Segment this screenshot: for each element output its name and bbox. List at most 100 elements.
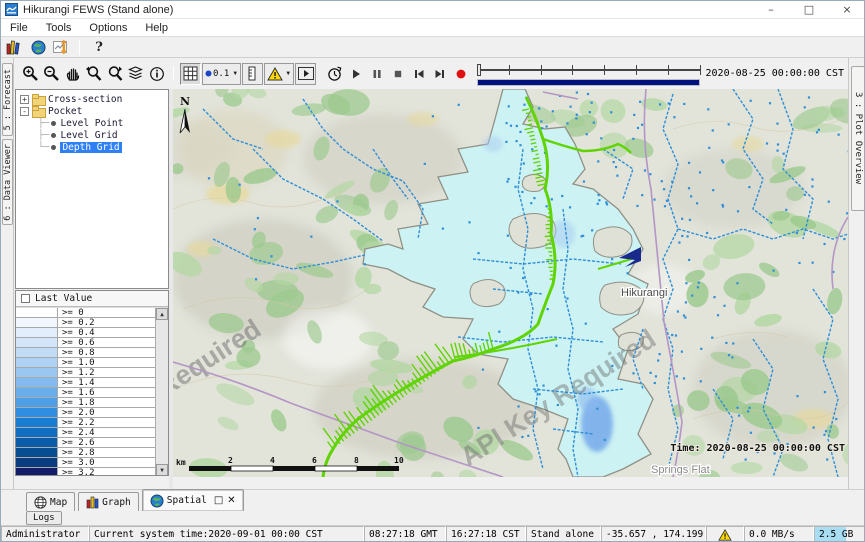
scalebar-toggle-button[interactable] <box>242 63 263 85</box>
collapse-icon[interactable]: - <box>20 107 29 116</box>
first-frame-button[interactable] <box>408 63 429 85</box>
legend-row-label: >= 1.4 <box>58 378 168 387</box>
tab-data-viewer[interactable]: 6 : Data Viewer <box>2 139 13 225</box>
expand-icon[interactable]: + <box>20 95 29 104</box>
bar-chart-icon <box>6 40 22 55</box>
app-window: Hikurangi FEWS (Stand alone) – □ × File … <box>0 0 865 542</box>
right-tabstrip: 3 : Plot Overview <box>848 58 865 489</box>
pan-button[interactable] <box>62 63 83 85</box>
labels-dropdown[interactable]: 0.1 ▼ <box>202 63 241 85</box>
time-tick <box>604 65 605 75</box>
time-slider-track <box>477 69 699 71</box>
legend-row: >= 0 <box>16 308 168 318</box>
legend-row-label: >= 1.6 <box>58 388 168 397</box>
svg-text:6: 6 <box>312 456 317 465</box>
bar-chart-icon <box>86 496 99 509</box>
zoom-next-button[interactable] <box>104 63 125 85</box>
legend-row: >= 3.2 <box>16 468 168 476</box>
zoom-out-button[interactable] <box>41 63 62 85</box>
status-gmt-time: 08:27:18 GMT <box>364 526 446 542</box>
grid-icon <box>183 66 198 81</box>
record-button[interactable] <box>450 63 471 85</box>
legend-color-swatch <box>16 348 58 357</box>
menu-help[interactable]: Help <box>136 22 177 34</box>
time-tick <box>668 65 669 75</box>
status-warning[interactable] <box>706 526 744 542</box>
class-dot-icon <box>205 70 212 77</box>
wire-globe-icon <box>34 496 47 509</box>
animation-button[interactable] <box>295 63 316 85</box>
skip-back-icon <box>412 67 426 81</box>
zoom-previous-button[interactable] <box>83 63 104 85</box>
tab-map[interactable]: Map <box>26 492 75 511</box>
grid-toggle-button[interactable] <box>180 63 201 85</box>
hand-icon <box>65 65 81 82</box>
node-bullet-icon <box>51 121 56 126</box>
close-button[interactable]: × <box>828 1 865 19</box>
last-value-label: Last Value <box>35 293 92 304</box>
zoom-in-button[interactable] <box>20 63 41 85</box>
app-icon <box>5 3 18 16</box>
tree-item-level-point[interactable]: ├─ Level Point <box>16 117 168 129</box>
legend-scrollbar[interactable]: ▲ ▼ <box>155 308 168 476</box>
legend-row: >= 0.4 <box>16 328 168 338</box>
maximize-button[interactable]: □ <box>790 1 828 19</box>
legend-table: >= 0>= 0.2>= 0.4>= 0.6>= 0.8>= 1.0>= 1.2… <box>16 307 168 475</box>
timer-clock-icon <box>326 65 343 82</box>
time-progress-bar <box>477 79 699 86</box>
play-button[interactable] <box>345 63 366 85</box>
tab-graph[interactable]: Graph <box>78 492 139 511</box>
map-display-button[interactable] <box>27 38 49 57</box>
globe-icon <box>150 494 164 508</box>
legend-color-swatch <box>16 308 58 317</box>
legend-row: >= 1.8 <box>16 398 168 408</box>
globe-icon <box>31 40 46 55</box>
warnings-dropdown[interactable]: ▼ <box>264 63 294 85</box>
last-value-checkbox[interactable] <box>21 294 30 303</box>
legend-row: >= 3.0 <box>16 458 168 468</box>
pause-button[interactable] <box>366 63 387 85</box>
logs-button[interactable]: Logs <box>26 511 62 525</box>
scroll-down-icon[interactable]: ▼ <box>156 464 168 476</box>
map-canvas[interactable]: API Key Required <box>173 89 848 477</box>
legend-color-swatch <box>16 458 58 467</box>
float-panel-icon[interactable]: □ <box>214 495 223 506</box>
tree-item-pocket[interactable]: - Pocket <box>16 105 168 117</box>
legend-row: >= 2.8 <box>16 448 168 458</box>
chart-arrows-icon <box>53 39 71 55</box>
layers-button[interactable] <box>125 63 146 85</box>
legend-color-swatch <box>16 448 58 457</box>
status-mode: Stand alone <box>526 526 601 542</box>
legend-row-label: >= 1.2 <box>58 368 168 377</box>
legend-row-label: >= 0.2 <box>58 318 168 327</box>
info-button[interactable] <box>146 63 167 85</box>
status-download-speed: 0.0 MB/s <box>744 526 814 542</box>
menu-options[interactable]: Options <box>80 22 136 34</box>
warning-icon <box>718 529 732 541</box>
tab-spatial[interactable]: Spatial □ ✕ <box>142 489 244 511</box>
menu-file[interactable]: File <box>1 22 37 34</box>
map-view[interactable]: API Key Required <box>173 89 848 489</box>
tree-item-level-grid[interactable]: ├─ Level Grid <box>16 129 168 141</box>
close-panel-icon[interactable]: ✕ <box>227 495 235 506</box>
help-button[interactable]: ? <box>88 38 110 57</box>
legend-row: >= 1.2 <box>16 368 168 378</box>
timer-button[interactable] <box>324 63 345 85</box>
minimize-button[interactable]: – <box>752 1 790 19</box>
tree-item-depth-grid[interactable]: └─ Depth Grid <box>16 141 168 153</box>
tree-item-cross-section[interactable]: + Cross-section <box>16 93 168 105</box>
tab-plot-overview[interactable]: 3 : Plot Overview <box>851 66 865 211</box>
time-slider[interactable] <box>477 61 699 87</box>
left-tabstrip: 5 : Forecast 6 : Data Viewer <box>1 58 14 489</box>
tab-forecast[interactable]: 5 : Forecast <box>2 63 13 136</box>
legend-panel: Last Value >= 0>= 0.2>= 0.4>= 0.6>= 0.8>… <box>15 290 169 476</box>
svg-text:10: 10 <box>394 456 404 465</box>
stop-button[interactable] <box>387 63 408 85</box>
explorer-button[interactable] <box>3 38 25 57</box>
scroll-up-icon[interactable]: ▲ <box>156 308 168 320</box>
last-frame-button[interactable] <box>429 63 450 85</box>
menu-tools[interactable]: Tools <box>37 22 81 34</box>
timeseries-button[interactable] <box>51 38 73 57</box>
help-icon: ? <box>95 40 103 55</box>
chevron-down-icon: ▼ <box>285 71 291 77</box>
